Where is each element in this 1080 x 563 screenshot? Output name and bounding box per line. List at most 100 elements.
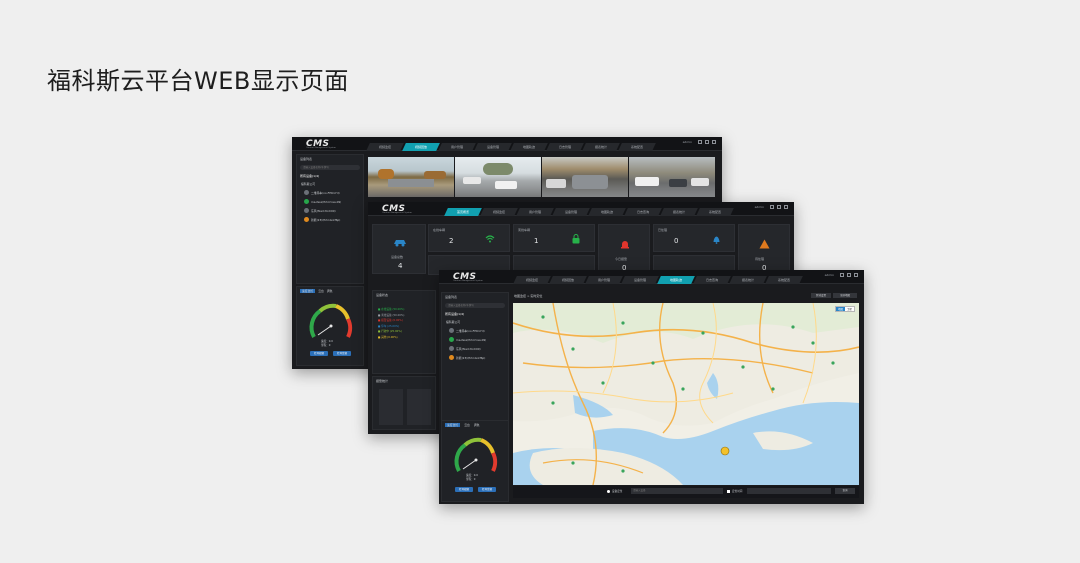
company-node[interactable]: 福科斯公司 <box>297 180 363 188</box>
user-name[interactable]: admin <box>755 205 764 209</box>
stat-total-label: 设备总数 <box>391 255 404 259</box>
gauge-tab-speed[interactable]: 速度监控 <box>300 289 316 293</box>
gauge-tab-color[interactable]: 调色 <box>327 289 333 293</box>
open-video-button[interactable]: 打开视频 <box>310 351 328 356</box>
video-channel-2[interactable] <box>455 157 541 197</box>
video-channel-3[interactable] <box>542 157 628 197</box>
tab-map-track[interactable]: 地图轨迹 <box>588 208 626 216</box>
tab-system-config[interactable]: 系统配置 <box>696 208 734 216</box>
alarm-icon <box>621 241 629 249</box>
map-type-map[interactable]: 地图 <box>835 307 845 311</box>
map-bottom-bar: 设备定位 请输入设备 定位时间 查询 <box>513 486 859 498</box>
minimize-icon[interactable] <box>840 273 844 277</box>
minimize-icon[interactable] <box>698 140 702 144</box>
open-video-button[interactable]: 打开视频 <box>455 487 473 492</box>
device-group-label: 所有设备(1/4) <box>300 174 320 178</box>
wifi-icon <box>485 235 495 243</box>
app-logo-subtitle: Content Management System <box>306 147 336 149</box>
maximize-icon[interactable] <box>777 205 781 209</box>
tab-user-manage[interactable]: 用户管理 <box>516 208 554 216</box>
tab-report[interactable]: 报表统计 <box>582 143 620 151</box>
user-name[interactable]: admin <box>683 140 692 144</box>
device-search-input[interactable]: 请输入设备名称/车牌号 <box>300 165 360 170</box>
map-view[interactable]: 地图 卫星 <box>513 303 859 485</box>
tab-device-manage[interactable]: 设备管理 <box>621 276 659 284</box>
maximize-icon[interactable] <box>847 273 851 277</box>
locate-radio[interactable] <box>607 490 610 493</box>
mileage-text: 里程：0 <box>321 344 331 347</box>
area-setting-button[interactable]: 区域设置 <box>811 293 831 298</box>
tab-map-track[interactable]: 地图轨迹 <box>510 143 548 151</box>
device-row[interactable]: 新能(23)(fkhr.bnkf6p) <box>297 215 363 224</box>
time-label: 定位时间 <box>732 490 743 493</box>
tab-system-config[interactable]: 系统配置 <box>618 143 656 151</box>
map-type-satellite[interactable]: 卫星 <box>845 307 854 311</box>
device-row[interactable]: 二维码车(no.FHK17d) <box>442 326 508 335</box>
device-row[interactable]: 东风(fkad.f.bdr00) <box>297 206 363 215</box>
titlebar: CMS Content Management System 视频监控 视频回放 … <box>292 137 722 151</box>
gauge-tab-color[interactable]: 调色 <box>474 423 480 427</box>
app-logo-subtitle: Content Management System <box>453 280 483 282</box>
tab-system-config[interactable]: 系统配置 <box>765 276 803 284</box>
tab-video-playback[interactable]: 视频回放 <box>549 276 587 284</box>
device-row[interactable]: 新能(23)(fkhr.bnkf6p) <box>442 353 508 362</box>
tab-device-manage[interactable]: 设备管理 <box>552 208 590 216</box>
time-input[interactable] <box>747 488 831 494</box>
alarm-stats-panel: 报警统计 <box>372 376 436 430</box>
stat-offline-label: 离线车辆 <box>518 228 531 232</box>
gauge-tab-speed[interactable]: 速度监控 <box>445 423 461 427</box>
status-legend-title: 设备状态 <box>376 293 389 297</box>
tab-log-query[interactable]: 日志查询 <box>624 208 662 216</box>
warning-icon <box>759 239 770 249</box>
video-channel-1[interactable] <box>368 157 454 197</box>
tab-log-manage[interactable]: 日志管理 <box>546 143 584 151</box>
device-row[interactable]: 东风(fkad.f.bdr00) <box>442 344 508 353</box>
device-row[interactable]: 二维码车(no.FHK17d) <box>297 188 363 197</box>
device-search-input[interactable]: 请输入设备名称/车牌号 <box>445 303 505 308</box>
titlebar: CMS Content Management System 视频监控 视频回放 … <box>439 270 864 284</box>
tab-video-playback[interactable]: 视频回放 <box>402 143 440 151</box>
window-controls <box>698 140 716 144</box>
company-node[interactable]: 福科斯公司 <box>442 318 508 326</box>
device-row[interactable]: ma-fasx(fkhr.f.rea.09) <box>297 197 363 206</box>
map-canvas <box>513 303 859 485</box>
tab-report[interactable]: 报表统计 <box>729 276 767 284</box>
open-audio-button[interactable]: 打开音频 <box>333 351 351 356</box>
fullscreen-map-button[interactable]: 全屏地图 <box>833 293 857 298</box>
tab-video-monitor[interactable]: 视频监控 <box>366 143 404 151</box>
gauge-tab-ptz[interactable]: 云台 <box>318 289 324 293</box>
device-panel-title: 设备列表 <box>445 295 458 299</box>
close-icon[interactable] <box>854 273 858 277</box>
stat-handled-value: 0 <box>674 237 679 245</box>
tab-video-monitor[interactable]: 视频监控 <box>513 276 551 284</box>
maximize-icon[interactable] <box>705 140 709 144</box>
stat-online-value: 2 <box>449 237 454 245</box>
tab-log-query[interactable]: 日志查询 <box>693 276 731 284</box>
minimize-icon[interactable] <box>770 205 774 209</box>
tab-bar: 视频监控 视频回放 用户管理 设备管理 地图轨迹 日志查询 报表统计 系统配置 <box>513 276 803 284</box>
alarm-stats-title: 报警统计 <box>376 379 389 383</box>
tab-overview[interactable]: 首页概览 <box>444 208 482 216</box>
video-channel-4[interactable] <box>629 157 715 197</box>
device-row[interactable]: ma-fasx(fkhr.f.rea.09) <box>442 335 508 344</box>
tab-video-monitor[interactable]: 视频监控 <box>480 208 518 216</box>
tab-report[interactable]: 报表统计 <box>660 208 698 216</box>
window-controls <box>840 273 858 277</box>
tab-bar: 视频监控 视频回放 用户管理 设备管理 地图轨迹 日志管理 报表统计 系统配置 <box>366 143 656 151</box>
tab-user-manage[interactable]: 用户管理 <box>585 276 623 284</box>
tab-map-track[interactable]: 地图轨迹 <box>657 276 695 284</box>
device-panel-title: 设备列表 <box>300 157 313 161</box>
query-button[interactable]: 查询 <box>835 488 855 494</box>
stat-card-alarm: 今日报警 0 <box>598 224 650 274</box>
page-title: 福科斯云平台WEB显示页面 <box>47 67 349 95</box>
tab-device-manage[interactable]: 设备管理 <box>474 143 512 151</box>
close-icon[interactable] <box>712 140 716 144</box>
user-name[interactable]: admin <box>825 273 834 277</box>
time-checkbox[interactable] <box>727 490 730 493</box>
open-audio-button[interactable]: 打开音频 <box>478 487 496 492</box>
close-icon[interactable] <box>784 205 788 209</box>
locate-search-input[interactable]: 请输入设备 <box>631 488 723 494</box>
gauge-tab-ptz[interactable]: 云台 <box>464 423 470 427</box>
gauge-panel: 速度监控 云台 调色 速度：0.0 里程：0 打开视频 打开音频 <box>441 420 509 502</box>
tab-user-manage[interactable]: 用户管理 <box>438 143 476 151</box>
